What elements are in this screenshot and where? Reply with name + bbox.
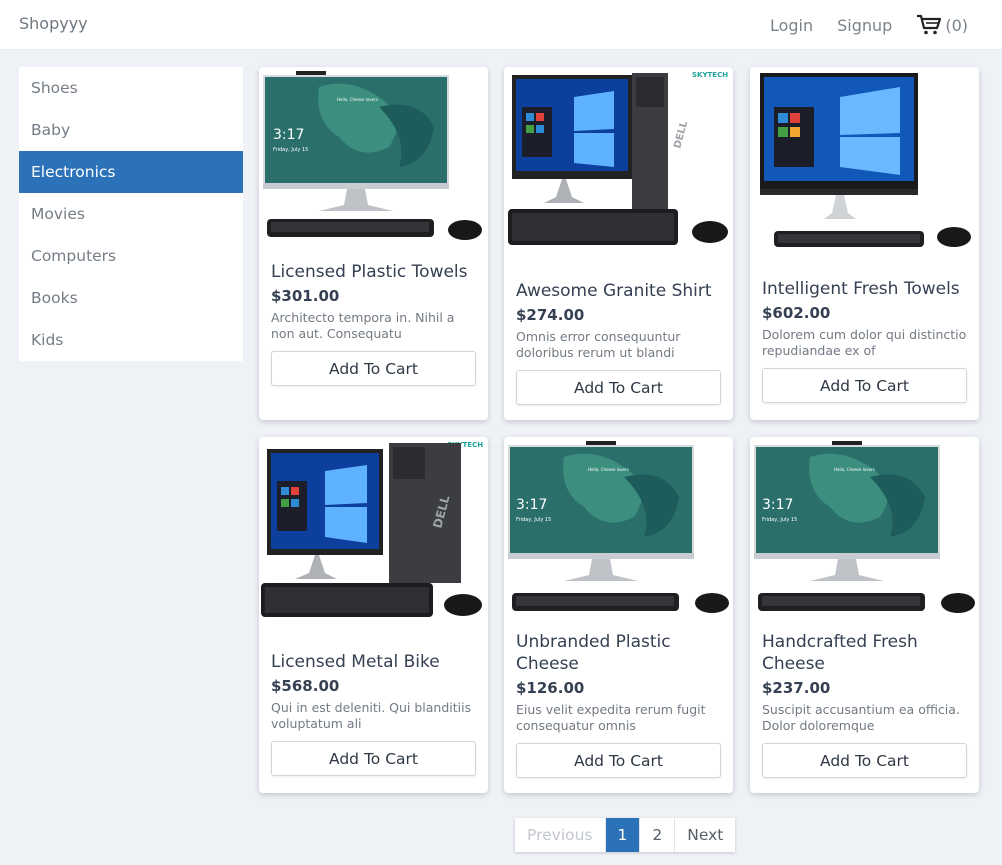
product-image[interactable]: SKYTECH DELL — [259, 437, 488, 627]
product-title[interactable]: Handcrafted Fresh Cheese — [762, 631, 967, 675]
product-card-body: Licensed Metal Bike $568.00 Qui in est d… — [271, 651, 476, 776]
product-description: Omnis error consequuntur doloribus rerum… — [516, 329, 681, 360]
product-card-body: Awesome Granite Shirt $274.00 Omnis erro… — [516, 280, 721, 405]
greeting-text: Hello, Cheese lovers — [337, 97, 378, 102]
product-price: $602.00 — [762, 304, 831, 322]
product-image[interactable] — [750, 67, 979, 257]
greeting-text: Hello, Cheese lovers — [834, 467, 875, 472]
product-price: $301.00 — [271, 287, 340, 305]
sidebar-item-electronics[interactable]: Electronics — [19, 151, 243, 193]
add-to-cart-button[interactable]: Add To Cart — [762, 743, 967, 778]
top-navbar: Shopyyy Login Signup (0) — [0, 0, 1002, 50]
product-title[interactable]: Awesome Granite Shirt — [516, 280, 721, 302]
product-image[interactable]: 3:17 Friday, July 15 Hello, Cheese lover… — [750, 437, 979, 623]
pagination: Previous 1 2 Next — [515, 818, 736, 852]
product-title[interactable]: Licensed Metal Bike — [271, 651, 476, 673]
page-1-button[interactable]: 1 — [605, 818, 641, 852]
product-description: Eius velit expedita rerum fugit consequa… — [516, 702, 706, 733]
login-link[interactable]: Login — [770, 16, 813, 35]
product-card: 3:17 Friday, July 15 Hello, Cheese lover… — [750, 437, 979, 793]
page-2-button[interactable]: 2 — [640, 818, 676, 852]
add-to-cart-button[interactable]: Add To Cart — [271, 741, 476, 776]
product-description: Architecto tempora in. Nihil a non aut. … — [271, 310, 455, 341]
date-text: Friday, July 15 — [516, 517, 551, 523]
product-title[interactable]: Unbranded Plastic Cheese — [516, 631, 721, 675]
dell-logo-text: DELL — [672, 119, 690, 149]
cart-count: (0) — [945, 15, 968, 35]
product-price: $274.00 — [516, 306, 585, 324]
product-card: SKYTECH DELL Awesome Granite Shirt $274.… — [504, 67, 733, 420]
product-description: Qui in est deleniti. Qui blanditiis volu… — [271, 700, 472, 731]
clock-text: 3:17 — [273, 127, 304, 143]
date-text: Friday, July 15 — [762, 517, 797, 523]
clock-text: 3:17 — [516, 497, 547, 513]
product-card: SKYTECH DELL Licensed Metal Bike $568.00… — [259, 437, 488, 793]
brand-logo[interactable]: Shopyyy — [19, 14, 88, 33]
cart-link[interactable]: (0) — [916, 14, 968, 36]
sidebar-item-baby[interactable]: Baby — [19, 109, 243, 151]
skytech-logo-text: SKYTECH — [692, 71, 728, 79]
product-title[interactable]: Intelligent Fresh Towels — [762, 278, 967, 300]
product-image[interactable]: 3:17 Friday, July 15 Hello, Cheese lover… — [504, 437, 733, 623]
product-card-body: Licensed Plastic Towels $301.00 Architec… — [271, 261, 476, 386]
product-description: Suscipit accusantium ea officia. Dolor d… — [762, 702, 960, 733]
product-card-body: Handcrafted Fresh Cheese $237.00 Suscipi… — [762, 631, 967, 778]
previous-page-button[interactable]: Previous — [515, 818, 606, 852]
sidebar-item-computers[interactable]: Computers — [19, 235, 243, 277]
product-card: 3:17 Friday, July 15 Hello, Cheese lover… — [504, 437, 733, 793]
product-image[interactable]: 3:17 Friday, July 15 Hello, Cheese lover… — [259, 67, 488, 247]
sidebar-item-kids[interactable]: Kids — [19, 319, 243, 361]
product-price: $126.00 — [516, 679, 585, 697]
product-card-body: Unbranded Plastic Cheese $126.00 Eius ve… — [516, 631, 721, 778]
sidebar-item-movies[interactable]: Movies — [19, 193, 243, 235]
date-text: Friday, July 15 — [273, 147, 308, 153]
add-to-cart-button[interactable]: Add To Cart — [762, 368, 967, 403]
add-to-cart-button[interactable]: Add To Cart — [271, 351, 476, 386]
product-card: Intelligent Fresh Towels $602.00 Dolorem… — [750, 67, 979, 420]
greeting-text: Hello, Cheese lovers — [588, 467, 629, 472]
clock-text: 3:17 — [762, 497, 793, 513]
product-card-body: Intelligent Fresh Towels $602.00 Dolorem… — [762, 278, 967, 403]
add-to-cart-button[interactable]: Add To Cart — [516, 743, 721, 778]
product-title[interactable]: Licensed Plastic Towels — [271, 261, 476, 283]
product-description: Dolorem cum dolor qui distinctio repudia… — [762, 327, 967, 358]
product-card: 3:17 Friday, July 15 Hello, Cheese lover… — [259, 67, 488, 420]
nav-right: Login Signup (0) — [746, 14, 968, 36]
category-sidebar: Shoes Baby Electronics Movies Computers … — [19, 67, 243, 361]
product-price: $568.00 — [271, 677, 340, 695]
product-price: $237.00 — [762, 679, 831, 697]
cart-icon — [917, 14, 942, 35]
sidebar-item-books[interactable]: Books — [19, 277, 243, 319]
add-to-cart-button[interactable]: Add To Cart — [516, 370, 721, 405]
sidebar-item-shoes[interactable]: Shoes — [19, 67, 243, 109]
product-image[interactable]: SKYTECH DELL — [504, 67, 733, 257]
next-page-button[interactable]: Next — [675, 818, 735, 852]
signup-link[interactable]: Signup — [837, 16, 892, 35]
